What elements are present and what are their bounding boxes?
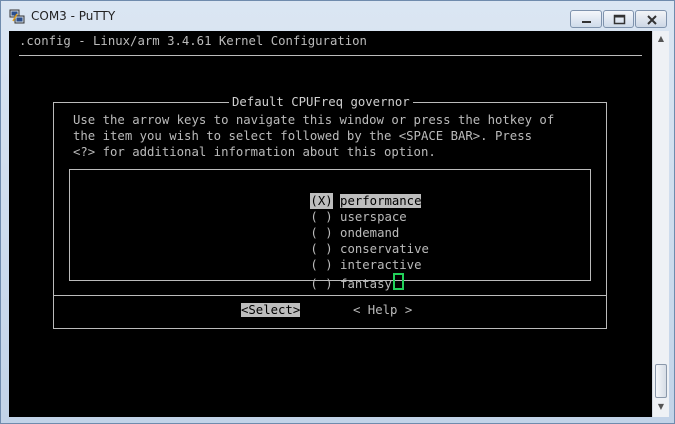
scroll-thumb[interactable] <box>655 364 667 398</box>
putty-app-icon[interactable] <box>9 9 25 25</box>
close-button[interactable] <box>635 10 667 28</box>
dialog-title: Default CPUFreq governor <box>229 95 413 109</box>
help-text-line: the item you wish to select followed by … <box>73 129 533 143</box>
putty-window: COM3 - PuTTY .config - Linux/arm 3.4.61 … <box>0 0 675 424</box>
header-divider <box>19 55 642 56</box>
select-button[interactable]: <Select> <box>241 303 301 317</box>
config-header: .config - Linux/arm 3.4.61 Kernel Config… <box>19 34 367 48</box>
option-label: fantasy <box>340 277 392 291</box>
radio-mark[interactable]: ( ) <box>310 276 332 292</box>
scroll-up-arrow-icon[interactable]: ▲ <box>656 35 666 43</box>
terminal-area[interactable]: .config - Linux/arm 3.4.61 Kernel Config… <box>9 31 652 417</box>
maximize-button[interactable] <box>603 10 634 28</box>
scroll-down-arrow-icon[interactable]: ▼ <box>656 403 666 411</box>
help-text-line: Use the arrow keys to navigate this wind… <box>73 113 555 127</box>
button-divider <box>54 295 606 296</box>
help-text-line: <?> for additional information about thi… <box>73 145 436 159</box>
vertical-scrollbar[interactable]: ▲ ▼ <box>652 31 669 417</box>
minimize-button[interactable] <box>570 10 602 28</box>
help-button[interactable]: < Help > <box>353 303 412 317</box>
option-fantasy[interactable]: ( ) fantasy <box>266 257 404 308</box>
text-cursor <box>392 273 404 290</box>
window-title: COM3 - PuTTY <box>31 9 116 23</box>
title-bar[interactable]: COM3 - PuTTY <box>1 1 674 31</box>
